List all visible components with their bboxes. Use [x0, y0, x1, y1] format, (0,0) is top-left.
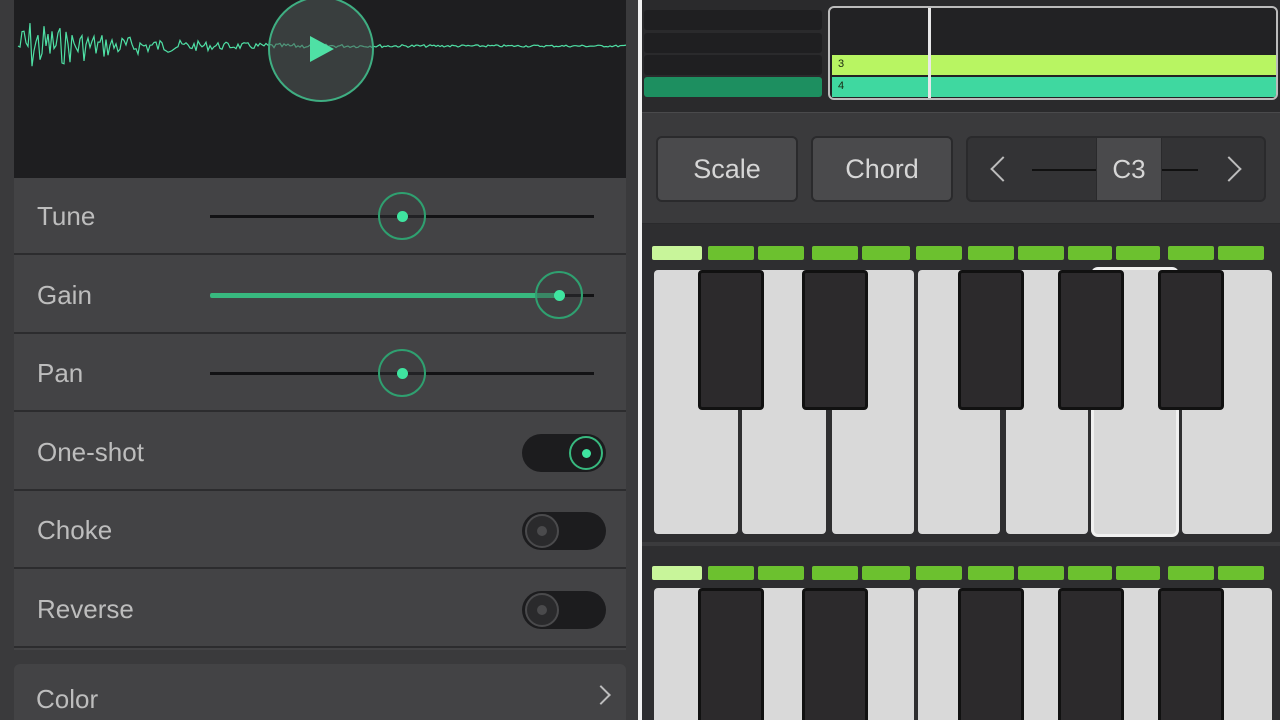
- octave-selector: C3: [966, 136, 1266, 202]
- black-key[interactable]: [1058, 588, 1124, 720]
- keyboard-lower: [642, 542, 1280, 720]
- track-header-2[interactable]: [644, 33, 822, 53]
- key-indicator-led: [1218, 566, 1264, 580]
- reverse-toggle-knob: [525, 593, 559, 627]
- gain-label: Gain: [37, 280, 92, 310]
- key-indicator-led: [1068, 246, 1112, 260]
- keyboard-controls: Scale Chord C3: [642, 112, 1280, 224]
- black-key[interactable]: [958, 270, 1024, 410]
- selected-region[interactable]: 3 4: [828, 6, 1278, 100]
- track-header-4[interactable]: [644, 77, 822, 97]
- play-icon: [310, 36, 334, 62]
- reverse-toggle[interactable]: [522, 591, 606, 629]
- track-lane[interactable]: [832, 11, 1276, 31]
- octave-range-line: [1032, 169, 1096, 171]
- key-indicator-led: [916, 246, 962, 260]
- key-indicator-led: [758, 566, 804, 580]
- key-indicator-led: [708, 246, 754, 260]
- black-key[interactable]: [1058, 270, 1124, 410]
- key-indicator-led: [1116, 246, 1160, 260]
- track-overview: 3 4: [642, 0, 1280, 112]
- scale-button[interactable]: Scale: [656, 136, 798, 202]
- play-button[interactable]: [268, 0, 374, 102]
- choke-row: Choke: [14, 492, 626, 569]
- chevron-left-icon[interactable]: [990, 156, 1016, 182]
- lane-number: 3: [838, 58, 845, 70]
- black-key[interactable]: [802, 270, 868, 410]
- key-indicator-led: [1116, 566, 1160, 580]
- key-indicator-led: [758, 246, 804, 260]
- key-indicator-led: [1168, 246, 1214, 260]
- color-label: Color: [36, 684, 99, 714]
- gain-slider-fill: [210, 293, 560, 298]
- key-indicator-led: [652, 246, 702, 260]
- key-indicator-led: [1018, 246, 1064, 260]
- key-indicator-led: [652, 566, 702, 580]
- key-indicator-led: [916, 566, 962, 580]
- tune-label: Tune: [37, 201, 96, 231]
- reverse-row: Reverse: [14, 571, 626, 648]
- pan-slider-track[interactable]: [210, 349, 594, 397]
- key-indicator-led: [1218, 246, 1264, 260]
- black-key[interactable]: [698, 270, 764, 410]
- gain-row: Gain: [14, 257, 626, 334]
- tune-slider-track[interactable]: [210, 192, 594, 240]
- one-shot-toggle-knob: [569, 436, 603, 470]
- pan-thumb-dot: [397, 368, 408, 379]
- key-indicator-led: [1168, 566, 1214, 580]
- chevron-right-icon: [591, 685, 611, 705]
- key-indicator-led: [812, 246, 858, 260]
- gain-slider-track[interactable]: [210, 271, 594, 319]
- pan-slider-thumb[interactable]: [378, 349, 426, 397]
- black-key[interactable]: [698, 588, 764, 720]
- black-key[interactable]: [802, 588, 868, 720]
- key-indicator-led: [968, 246, 1014, 260]
- gain-thumb-dot: [554, 290, 566, 301]
- reverse-label: Reverse: [37, 594, 134, 624]
- gain-slider-thumb[interactable]: [535, 271, 584, 319]
- key-indicator-led: [1068, 566, 1112, 580]
- choke-toggle-knob: [525, 514, 559, 548]
- tune-thumb-dot: [397, 211, 408, 222]
- playhead[interactable]: [928, 8, 931, 98]
- black-key[interactable]: [958, 588, 1024, 720]
- sampler-editor-panel: Tune Gain Pan One-shot Choke Reverse Col…: [0, 0, 638, 720]
- keyboard-upper: [642, 224, 1280, 542]
- one-shot-toggle[interactable]: [522, 434, 606, 472]
- tune-slider-thumb[interactable]: [378, 192, 426, 240]
- track-lane[interactable]: [832, 33, 1276, 53]
- one-shot-row: One-shot: [14, 414, 626, 491]
- key-indicator-led: [862, 566, 910, 580]
- choke-toggle[interactable]: [522, 512, 606, 550]
- chevron-right-icon[interactable]: [1216, 156, 1242, 182]
- key-indicator-led: [862, 246, 910, 260]
- key-indicator-led: [968, 566, 1014, 580]
- waveform-display[interactable]: [14, 0, 626, 178]
- pan-label: Pan: [37, 358, 84, 388]
- choke-label: Choke: [37, 515, 113, 545]
- tune-row: Tune: [14, 178, 626, 255]
- track-lane[interactable]: 4: [832, 77, 1276, 97]
- chord-button[interactable]: Chord: [811, 136, 953, 202]
- one-shot-label: One-shot: [37, 437, 144, 467]
- octave-range-line: [1162, 169, 1198, 171]
- keyboard-instrument-panel: 3 4 Scale Chord C3: [642, 0, 1280, 720]
- key-indicator-led: [708, 566, 754, 580]
- octave-value: C3: [1096, 138, 1162, 200]
- track-lane[interactable]: 3: [832, 55, 1276, 75]
- track-header-1[interactable]: [644, 10, 822, 30]
- pan-row: Pan: [14, 335, 626, 412]
- color-row[interactable]: Color: [14, 664, 626, 720]
- key-indicator-led: [1018, 566, 1064, 580]
- sample-parameters: Tune Gain Pan One-shot Choke Reverse: [14, 178, 626, 650]
- track-header-3[interactable]: [644, 55, 822, 75]
- lane-number: 4: [838, 80, 845, 92]
- key-indicator-led: [812, 566, 858, 580]
- black-key[interactable]: [1158, 270, 1224, 410]
- black-key[interactable]: [1158, 588, 1224, 720]
